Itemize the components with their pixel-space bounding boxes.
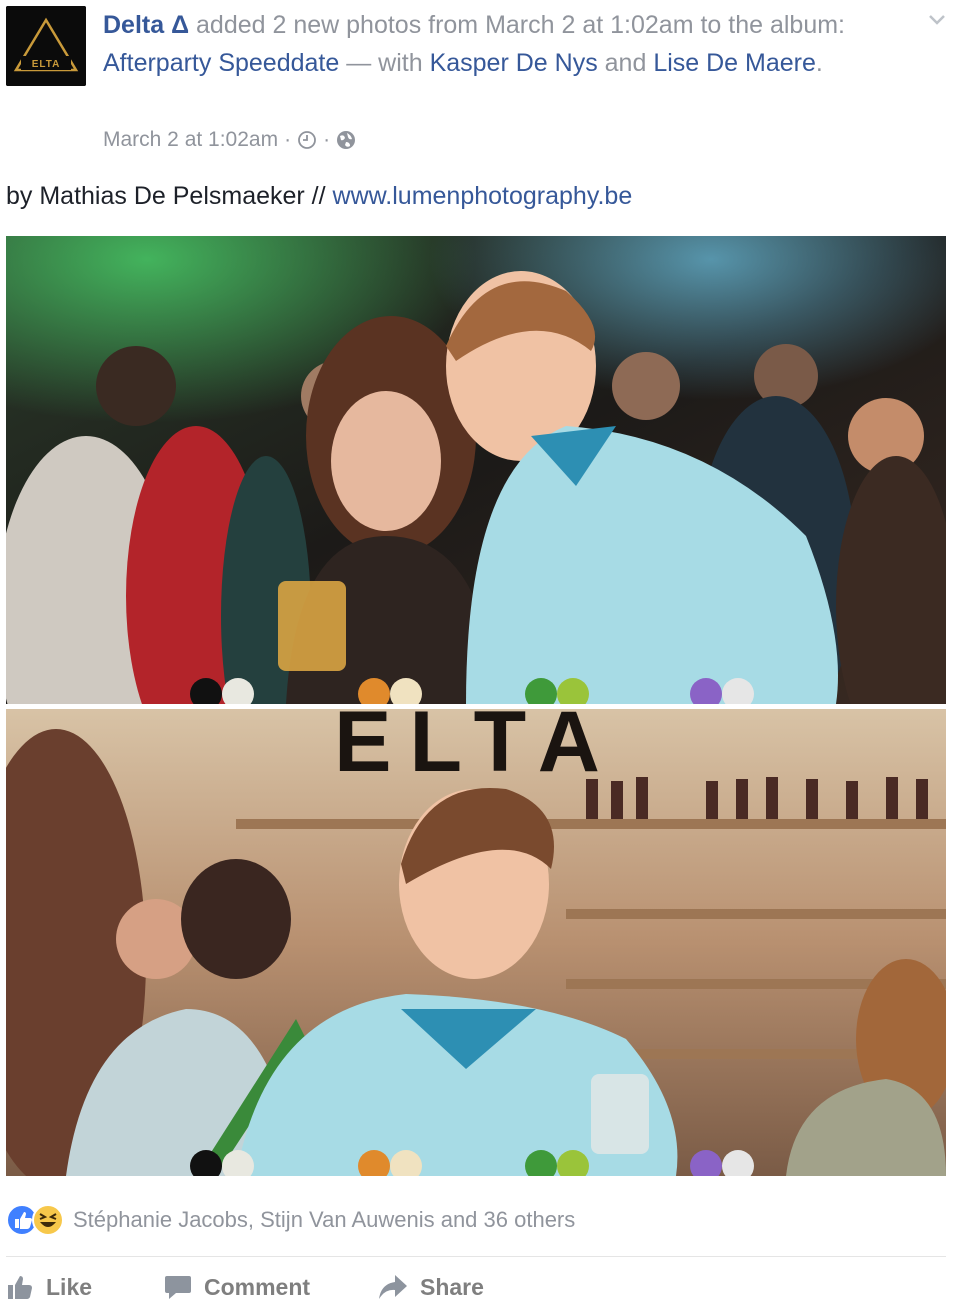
bar-sign-text: ELTA (334, 709, 618, 790)
tagged-person-link[interactable]: Lise De Maere (653, 49, 816, 77)
end-punct: . (815, 49, 823, 77)
like-label: Like (46, 1273, 93, 1300)
photo-1[interactable] (6, 236, 946, 704)
share-arrow-icon (379, 1275, 407, 1299)
reaction-summary-link[interactable]: Stéphanie Jacobs, Stijn Van Auwenis and … (73, 1207, 575, 1233)
clock-icon[interactable] (297, 130, 317, 150)
action-text: added 2 new photos from March 2 at 1:02a… (189, 11, 845, 39)
reactions-bar: Stéphanie Jacobs, Stijn Van Auwenis and … (6, 1203, 575, 1237)
caption-text: by Mathias De Pelsmaeker // (6, 182, 333, 210)
caption-url-link[interactable]: www.lumenphotography.be (333, 182, 633, 210)
with-text: — with (339, 49, 430, 77)
reaction-icons[interactable] (6, 1204, 64, 1236)
thumbs-up-icon (8, 1276, 32, 1299)
post-actions: Like Comment Share (6, 1266, 946, 1308)
comment-icon (165, 1276, 191, 1299)
page-avatar[interactable]: ELTA (6, 6, 86, 86)
post-options-chevron[interactable] (922, 8, 952, 32)
photo-2[interactable]: ELTA (6, 709, 946, 1176)
post-meta: March 2 at 1:02am · · (103, 124, 356, 156)
chevron-down-icon (929, 15, 945, 25)
bar-photo-image: ELTA (6, 709, 946, 1176)
globe-icon[interactable] (336, 130, 356, 150)
album-link[interactable]: Afterparty Speeddate (103, 49, 339, 77)
comment-label: Comment (204, 1273, 311, 1300)
meta-separator: · (323, 128, 331, 151)
and-text: and (597, 49, 654, 77)
haha-icon (32, 1204, 64, 1236)
actions-divider (6, 1256, 946, 1257)
timestamp-link[interactable]: March 2 at 1:02am (103, 128, 278, 152)
meta-separator: · (284, 128, 292, 151)
party-photo-image (6, 236, 946, 704)
share-button[interactable]: Share (378, 1266, 484, 1308)
delta-logo: ELTA (6, 6, 86, 86)
post-header: Delta Δ added 2 new photos from March 2 … (103, 6, 893, 82)
author-name-link[interactable]: Delta Δ (103, 11, 189, 39)
post-caption: by Mathias De Pelsmaeker // www.lumenpho… (6, 176, 632, 216)
logo-text: ELTA (32, 59, 61, 70)
comment-button[interactable]: Comment (164, 1266, 310, 1308)
tagged-person-link[interactable]: Kasper De Nys (430, 49, 598, 77)
share-label: Share (420, 1273, 484, 1300)
like-button[interactable]: Like (6, 1266, 92, 1308)
